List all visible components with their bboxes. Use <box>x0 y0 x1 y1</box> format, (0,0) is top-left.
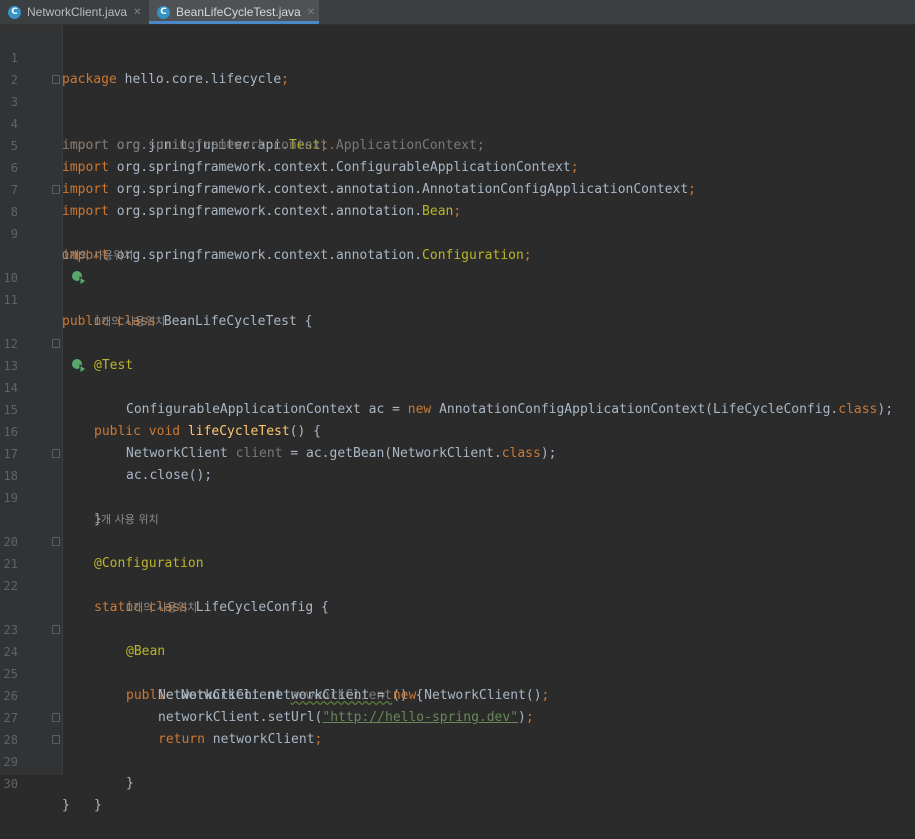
tab-label: BeanLifeCycleTest.java <box>176 5 301 19</box>
code-line: 27 return networkClient; <box>0 685 915 747</box>
code-line: 24 public NetworkClient newworkClient() … <box>0 619 915 703</box>
inlay-hint-row: 0개의 사용위치 <box>0 223 915 262</box>
code-line: 29 } <box>0 729 915 813</box>
line-number: 30 <box>3 777 18 791</box>
code-line: 15 <box>0 377 915 417</box>
active-tab-indicator <box>149 21 319 24</box>
code-line: 20 @Configuration <box>0 509 915 571</box>
code-line: 13 public void lifeCycleTest() { <box>0 333 915 439</box>
fold-marker-icon[interactable] <box>52 339 60 348</box>
closing-brace: } <box>126 776 134 791</box>
fold-marker-icon[interactable] <box>52 537 60 546</box>
closing-brace: } <box>94 798 102 813</box>
closing-brace: } <box>62 798 70 813</box>
code-line: 7 import org.springframework.context.ann… <box>0 157 915 219</box>
inlay-hint-row: 0개의 사용위치 <box>0 289 915 328</box>
code-line: 26 networkClient.setUrl("http://hello-sp… <box>0 663 915 725</box>
run-test-icon[interactable] <box>24 336 87 374</box>
code-editor[interactable]: 1 package hello.core.lifecycle; 2 3 impo… <box>0 25 915 813</box>
code-line: 8 import org.springframework.context.ann… <box>0 179 915 263</box>
tab-networkclient[interactable]: C NetworkClient.java ✕ <box>0 0 148 24</box>
code-line: 14 ConfigurableApplicationContext ac = n… <box>0 355 915 417</box>
tab-label: NetworkClient.java <box>27 5 128 19</box>
code-line: 2 <box>0 47 915 87</box>
run-test-icon[interactable] <box>24 248 87 286</box>
fold-marker-icon[interactable] <box>52 735 60 744</box>
code-line: 3 import org.junit.jupiter.api.Test; <box>0 69 915 153</box>
class-c-icon: C <box>157 5 170 19</box>
code-line: 12 @Test <box>0 311 915 373</box>
code-line: 5 import org.springframework.context.Con… <box>0 113 915 175</box>
code-line: 4 import org.springframework.context.App… <box>0 91 915 153</box>
inlay-hint-row: 1개 사용 위치 <box>0 487 915 526</box>
code-line: 16 NetworkClient client = ac.getBean(Net… <box>0 399 915 461</box>
code-line: 28 } <box>0 707 915 791</box>
code-line: 25 NetworkClient networkClient = new Net… <box>0 641 915 703</box>
tab-beanlifecycletest[interactable]: C BeanLifeCycleTest.java ✕ <box>149 0 319 24</box>
editor-tab-bar: C NetworkClient.java ✕ C BeanLifeCycleTe… <box>0 0 915 25</box>
code-line: 10 public class BeanLifeCycleTest { <box>0 245 915 329</box>
fold-marker-icon[interactable] <box>52 625 60 634</box>
close-icon[interactable]: ✕ <box>307 7 315 18</box>
code-line: 22 <box>0 553 915 593</box>
code-line: 1 package hello.core.lifecycle; <box>0 25 915 87</box>
fold-marker-icon[interactable] <box>52 185 60 194</box>
code-line: 23 @Bean <box>0 597 915 659</box>
code-line: 30 } <box>0 751 915 813</box>
code-line: 17 ac.close(); <box>0 421 915 483</box>
code-line: 11 <box>0 267 915 307</box>
code-line: 19 <box>0 465 915 505</box>
code-line: 9 <box>0 201 915 241</box>
code-line: 6 import org.springframework.context.ann… <box>0 135 915 197</box>
fold-marker-icon[interactable] <box>52 713 60 722</box>
code-line: 18 } <box>0 443 915 527</box>
code-line: 21 static class LifeCycleConfig { <box>0 531 915 615</box>
class-c-icon: C <box>8 5 21 19</box>
fold-marker-icon[interactable] <box>52 75 60 84</box>
inlay-hint-row: 0개의 사용위치 <box>0 575 915 614</box>
fold-marker-icon[interactable] <box>52 449 60 458</box>
close-icon[interactable]: ✕ <box>133 7 141 18</box>
